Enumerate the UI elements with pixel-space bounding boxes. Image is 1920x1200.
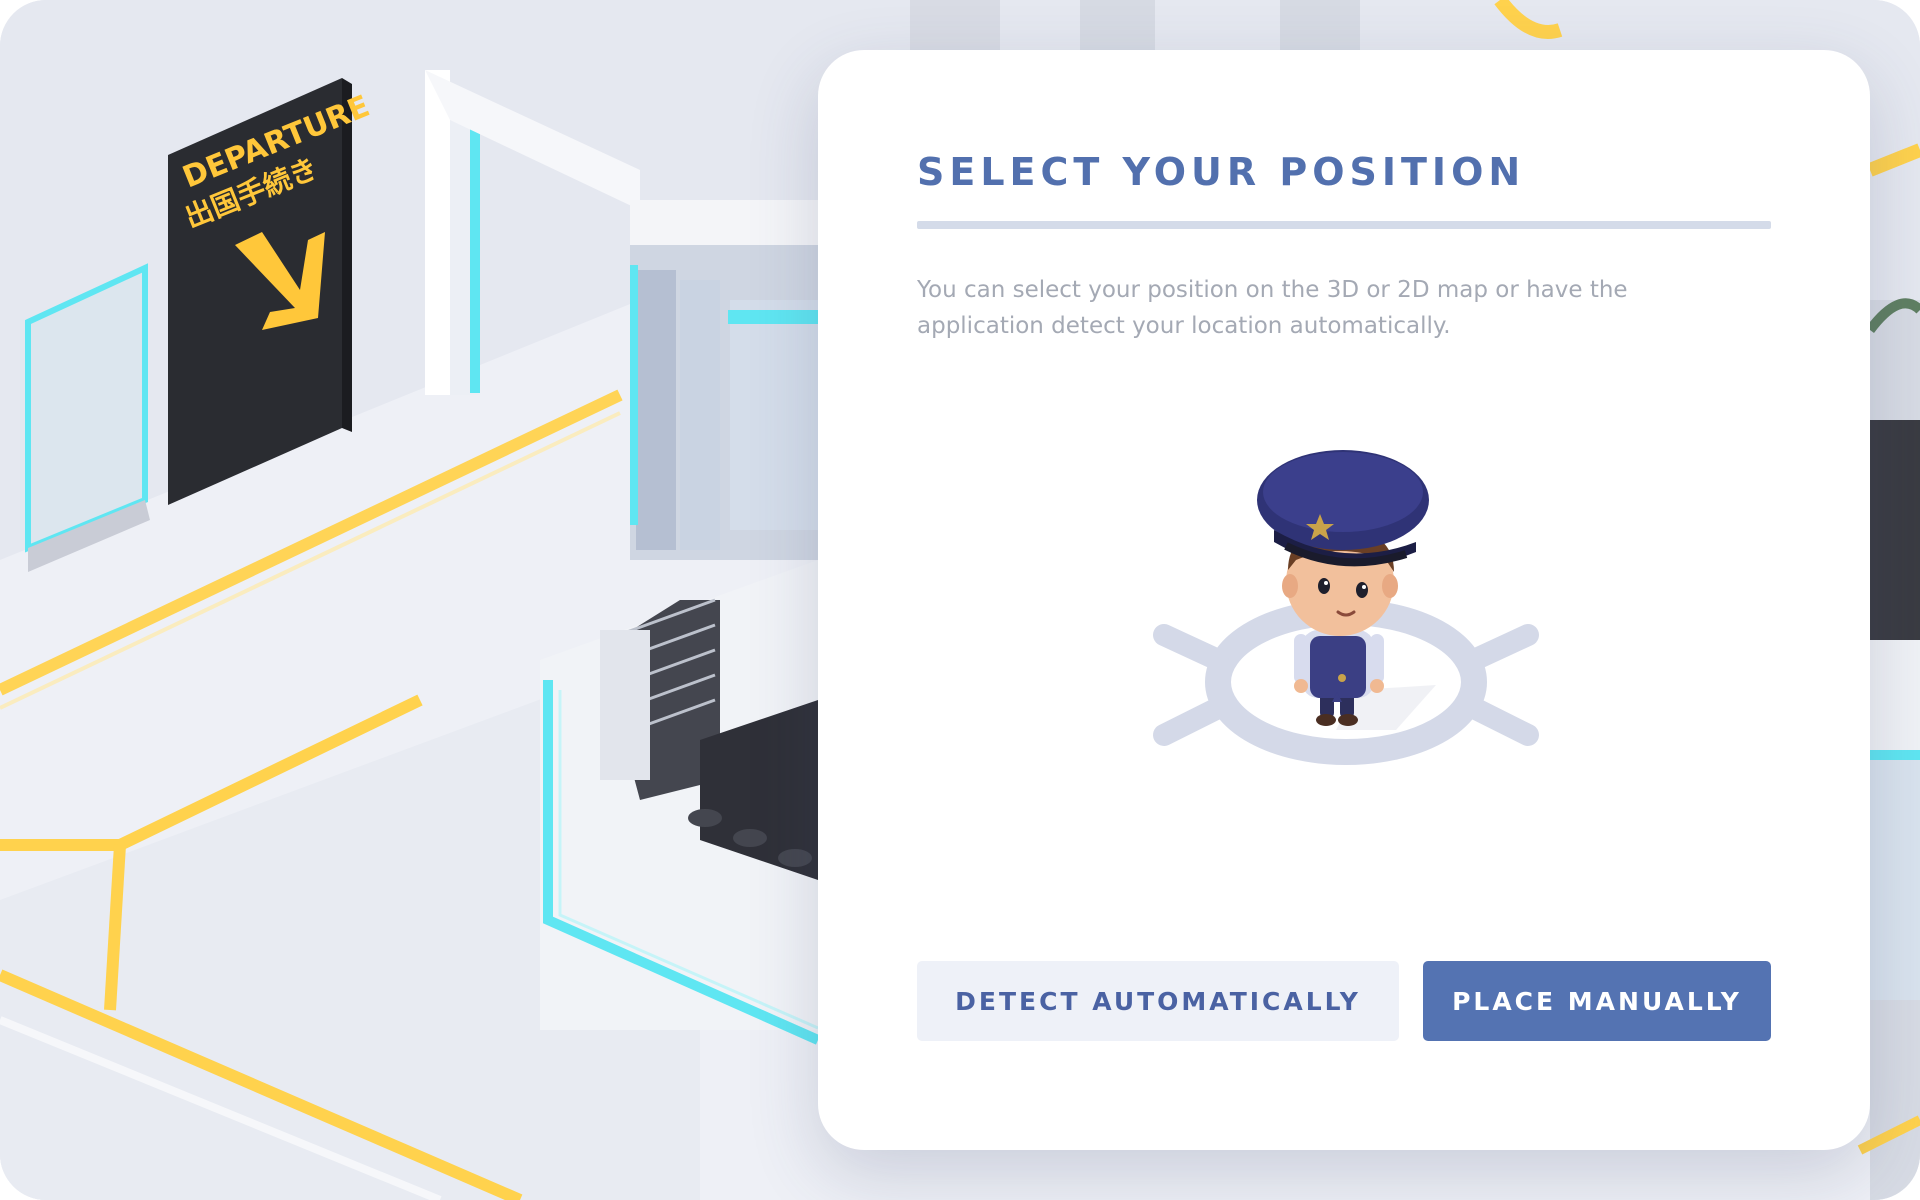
detect-automatically-button[interactable]: DETECT AUTOMATICALLY (917, 961, 1399, 1041)
title-divider (917, 221, 1771, 229)
security-guard-avatar (1257, 450, 1429, 726)
dialog-description: You can select your position on the 3D o… (917, 277, 1628, 339)
position-illustration (1153, 450, 1539, 765)
select-position-dialog: SELECT YOUR POSITION You can select your… (818, 50, 1870, 1150)
dialog-title: SELECT YOUR POSITION (917, 150, 1526, 194)
place-manually-button[interactable]: PLACE MANUALLY (1423, 961, 1771, 1041)
app-window: DEPARTURE 出国手続き SELECT YOUR POSITION You… (0, 0, 1920, 1200)
